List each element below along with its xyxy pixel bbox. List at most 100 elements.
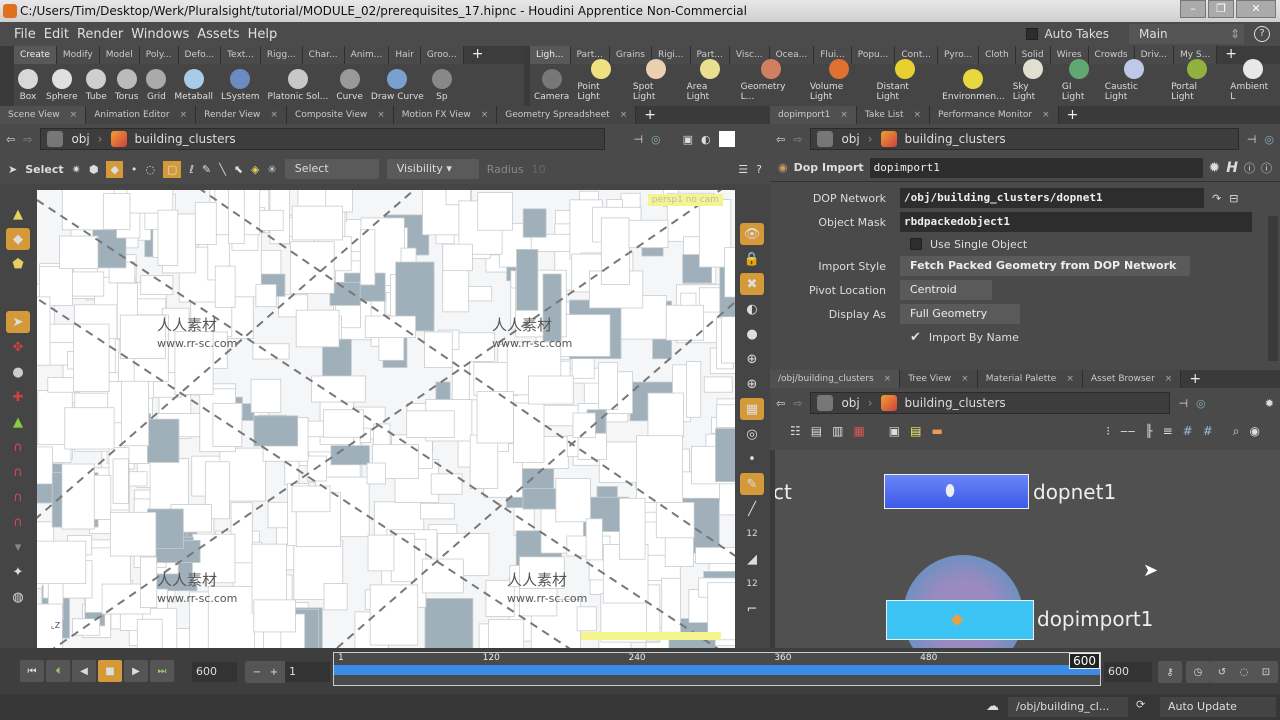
viewport-help-icon[interactable]: ? bbox=[756, 163, 762, 176]
shelf-tab[interactable]: Ligh... bbox=[530, 46, 571, 64]
network-tab[interactable]: /obj/building_clusters × bbox=[770, 370, 901, 388]
light-icon[interactable]: ● bbox=[740, 323, 764, 345]
scale-tool-icon[interactable]: ⬟ bbox=[6, 253, 30, 275]
network-editor[interactable]: ct ⬮ dopnet1 ◆ dopimport1 ➤ bbox=[775, 450, 1280, 648]
point-display-icon[interactable]: • bbox=[740, 448, 764, 470]
forward-arrow-icon[interactable]: ⇨ bbox=[793, 133, 802, 146]
lock-camera-icon[interactable]: 🔒 bbox=[740, 248, 764, 270]
houdini-menu-icon[interactable]: H bbox=[1226, 160, 1238, 176]
maximize-button[interactable]: ❐ bbox=[1208, 0, 1234, 18]
param-tab[interactable]: Performance Monitor × bbox=[930, 106, 1059, 124]
subnet-box-icon[interactable]: ▬ bbox=[931, 424, 942, 438]
shelf-tool-ambient-l[interactable]: Ambient L bbox=[1226, 59, 1280, 102]
texture-icon[interactable]: ▦ bbox=[740, 398, 764, 420]
display-options-icon[interactable]: ▣ bbox=[683, 133, 693, 146]
shelf-tool-box[interactable]: Box bbox=[14, 69, 42, 102]
menu-file[interactable]: File bbox=[14, 27, 36, 42]
shelf-tab[interactable]: Create bbox=[14, 46, 57, 64]
menu-assets[interactable]: Assets bbox=[197, 27, 239, 42]
shelf-tab[interactable]: Pyro... bbox=[937, 46, 980, 64]
path-building-clusters[interactable]: building_clusters bbox=[135, 132, 236, 146]
shelf-tab[interactable]: Groo... bbox=[420, 46, 464, 64]
add-tab-icon[interactable]: + bbox=[1067, 107, 1079, 123]
scene-tab[interactable]: Motion FX View × bbox=[393, 106, 498, 124]
shelf-tool-curve[interactable]: Curve bbox=[332, 69, 367, 102]
scene-path-field[interactable]: obj › building_clusters bbox=[40, 128, 606, 150]
visualize-icon[interactable]: ◎ bbox=[740, 423, 764, 445]
import-style-menu[interactable]: Fetch Packed Geometry from DOP Network bbox=[900, 256, 1190, 276]
parm-path-field[interactable]: obj › building_clusters bbox=[810, 128, 1239, 150]
network-box-icon[interactable]: ▣ bbox=[889, 424, 900, 438]
shelf-tool-area-light[interactable]: Area Light bbox=[683, 59, 737, 102]
snap-prim-icon[interactable]: ∩ bbox=[6, 461, 30, 483]
play-reverse-icon[interactable]: ◀ bbox=[72, 660, 96, 682]
snap-multi-icon[interactable]: ∩ bbox=[6, 511, 30, 533]
close-tab-icon[interactable]: × bbox=[961, 370, 969, 388]
construction-plane-icon[interactable]: ◍ bbox=[6, 586, 30, 608]
gear-icon[interactable]: ✹ bbox=[1209, 160, 1221, 176]
point-number-icon[interactable]: ╱ bbox=[740, 498, 764, 520]
sticky-note-icon[interactable]: ▤ bbox=[910, 424, 921, 438]
jump-to-icon[interactable]: ↷ bbox=[1212, 192, 1221, 205]
close-tab-icon[interactable]: × bbox=[840, 106, 848, 124]
end-frame-field[interactable]: 600 bbox=[192, 662, 237, 682]
align-top-icon[interactable]: ≡ bbox=[1163, 424, 1173, 438]
background-icon[interactable] bbox=[718, 131, 735, 147]
object-mask-field[interactable]: rbdpackedobject1 bbox=[900, 212, 1252, 232]
go-to-end-icon[interactable]: ⏭ bbox=[150, 660, 174, 682]
ghost-icon[interactable]: ✖ bbox=[740, 273, 764, 295]
select-geometry-icon[interactable]: ⬢ bbox=[89, 163, 99, 176]
lights-icon[interactable]: ◐ bbox=[701, 133, 711, 146]
global-anim-options-icon[interactable]: ⊡ bbox=[1254, 661, 1278, 683]
dop-network-field[interactable]: /obj/building_clusters/dopnet1 bbox=[900, 188, 1204, 208]
menu-edit[interactable]: Edit bbox=[44, 27, 69, 42]
stop-icon[interactable]: ■ bbox=[98, 660, 122, 682]
shelf-tool-platonic-sol-[interactable]: Platonic Sol... bbox=[264, 69, 333, 102]
list-icon[interactable]: ▤ bbox=[811, 424, 822, 438]
link-icon[interactable]: ◎ bbox=[1264, 133, 1274, 146]
close-tab-icon[interactable]: × bbox=[481, 106, 489, 124]
align-horizontal-icon[interactable]: ‒‒ bbox=[1120, 424, 1135, 438]
shelf-tool-metaball[interactable]: Metaball bbox=[170, 69, 217, 102]
select-points-icon[interactable]: ◆ bbox=[106, 160, 123, 178]
shelf-tool-grid[interactable]: Grid bbox=[142, 69, 170, 102]
secure-selection-icon[interactable]: ◈ bbox=[251, 163, 259, 176]
snap-grid-icon[interactable]: ∩ bbox=[6, 436, 30, 458]
close-button[interactable]: ✕ bbox=[1236, 0, 1276, 18]
shelf-tool-portal-light[interactable]: Portal Light bbox=[1167, 59, 1226, 102]
align-left-icon[interactable]: ╟ bbox=[1145, 424, 1152, 438]
shelf-tool-volume-light[interactable]: Volume Light bbox=[806, 59, 873, 102]
shelf-tab[interactable]: Model bbox=[99, 46, 140, 64]
parm-scrollbar[interactable] bbox=[1268, 216, 1278, 361]
keyframe-icon[interactable]: ⚷ bbox=[1158, 661, 1182, 683]
select-arrow-icon[interactable]: ➤ bbox=[8, 163, 17, 176]
toolbar-options-icon[interactable]: ☰ bbox=[738, 163, 748, 176]
timeline-track[interactable]: 1 120 240 360 480 600 bbox=[333, 652, 1101, 686]
shelf-tool-tube[interactable]: Tube bbox=[82, 69, 111, 102]
select-objects-icon[interactable]: ✷ bbox=[72, 163, 81, 176]
tree-icon[interactable]: ☷ bbox=[790, 424, 801, 438]
info-icon[interactable]: ⓘ bbox=[1244, 160, 1255, 176]
menu-windows[interactable]: Windows bbox=[131, 27, 189, 42]
thumbnail-icon[interactable]: ▥ bbox=[832, 424, 843, 438]
step-back-icon[interactable]: ⏴ bbox=[46, 660, 70, 682]
scene-tab[interactable]: Scene View × bbox=[0, 106, 87, 124]
close-tab-icon[interactable]: × bbox=[1042, 106, 1050, 124]
path-obj[interactable]: obj bbox=[841, 396, 859, 410]
scene-tab[interactable]: Composite View × bbox=[286, 106, 394, 124]
shelf-tab[interactable]: Text... bbox=[221, 46, 261, 64]
laser-select-icon[interactable]: ╲ bbox=[219, 163, 226, 176]
prim-display-icon[interactable]: ◢ bbox=[740, 548, 764, 570]
close-tab-icon[interactable]: × bbox=[1165, 370, 1173, 388]
network-tab[interactable]: Tree View × bbox=[900, 370, 978, 388]
add-tab-icon[interactable]: + bbox=[1189, 371, 1201, 387]
network-tab[interactable]: Asset Browser × bbox=[1082, 370, 1182, 388]
node-name-field[interactable]: dopimport1 bbox=[869, 157, 1203, 178]
handle-tool-icon[interactable]: ▲ bbox=[6, 203, 30, 225]
close-tab-icon[interactable]: × bbox=[70, 106, 78, 124]
scale-handle-icon[interactable]: ✚ bbox=[6, 386, 30, 408]
pivot-location-menu[interactable]: Centroid bbox=[900, 280, 992, 300]
node-dopnet1[interactable]: ⬮ bbox=[884, 474, 1029, 509]
import-by-name-checkbox[interactable]: ✔ bbox=[910, 330, 921, 345]
transform-icon[interactable]: ▲ bbox=[6, 411, 30, 433]
